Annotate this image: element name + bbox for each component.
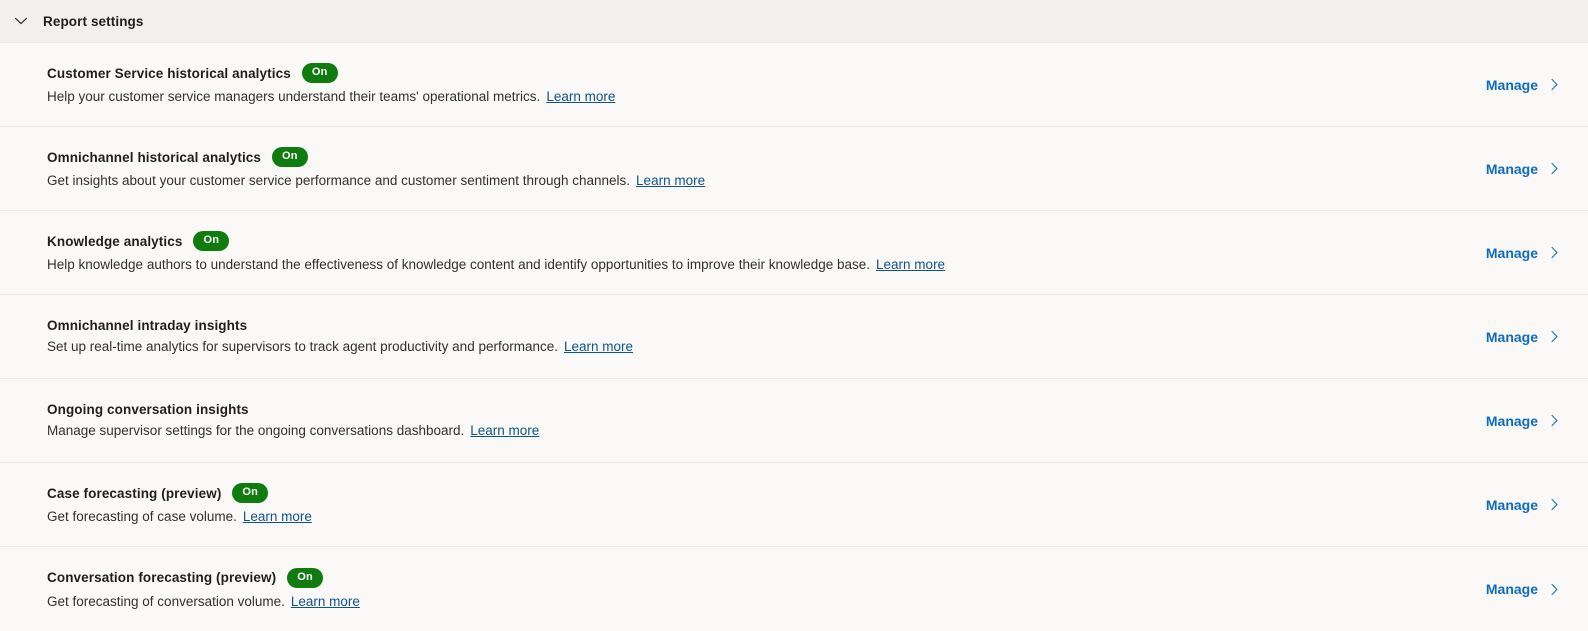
setting-description: Get forecasting of case volume. Learn mor… (47, 508, 312, 526)
setting-description: Help your customer service managers unde… (47, 88, 615, 106)
setting-row-6: Case forecasting (preview) On Get foreca… (0, 463, 1588, 547)
setting-description-text: Manage supervisor settings for the ongoi… (47, 422, 465, 438)
manage-label: Manage (1485, 581, 1538, 597)
status-badge: On (232, 483, 269, 503)
manage-button[interactable]: Manage (1486, 329, 1566, 345)
setting-row-2: Omnichannel historical analytics On Get … (0, 127, 1588, 211)
chevron-right-icon (1547, 245, 1562, 260)
manage-label: Manage (1485, 160, 1538, 177)
setting-description-text: Set up real-time analytics for superviso… (47, 338, 558, 354)
status-badge: On (287, 567, 323, 588)
setting-row-7: Conversation forecasting (preview) On Ge… (0, 547, 1588, 631)
learn-more-link[interactable]: Learn more (564, 339, 633, 354)
setting-row-text: Conversation forecasting (preview) On Ge… (47, 567, 360, 611)
manage-button[interactable]: Manage (1486, 497, 1566, 513)
setting-row-title-line: Case forecasting (preview) On (47, 483, 312, 503)
setting-title: Omnichannel intraday insights (47, 317, 248, 333)
manage-label: Manage (1485, 76, 1538, 93)
setting-row-title-line: Conversation forecasting (preview) On (47, 567, 360, 588)
setting-description-text: Get insights about your customer service… (47, 173, 631, 188)
setting-row-text: Customer Service historical analytics On… (47, 63, 615, 106)
learn-more-link[interactable]: Learn more (636, 173, 705, 188)
setting-description-text: Help knowledge authors to understand the… (47, 257, 871, 272)
chevron-down-icon[interactable] (8, 8, 34, 34)
setting-title: Knowledge analytics (47, 233, 183, 249)
manage-label: Manage (1485, 244, 1538, 261)
page-title: Report settings (43, 13, 144, 29)
manage-button[interactable]: Manage (1486, 161, 1566, 177)
setting-description-text: Get forecasting of conversation volume. (47, 593, 285, 609)
chevron-right-icon (1547, 329, 1562, 344)
report-settings-list: Customer Service historical analytics On… (0, 43, 1588, 631)
status-badge: On (193, 231, 230, 251)
setting-description: Manage supervisor settings for the ongoi… (47, 422, 539, 440)
setting-description: Get insights about your customer service… (47, 172, 705, 190)
setting-title: Customer Service historical analytics (47, 65, 291, 81)
chevron-right-icon (1547, 161, 1562, 176)
status-badge: On (272, 147, 308, 167)
chevron-right-icon (1547, 497, 1562, 512)
setting-description: Help knowledge authors to understand the… (47, 256, 945, 274)
manage-button[interactable]: Manage (1486, 413, 1566, 429)
setting-row-title-line: Knowledge analytics On (47, 231, 945, 251)
status-badge: On (301, 63, 338, 83)
setting-row-3: Knowledge analytics On Help knowledge au… (0, 211, 1588, 295)
learn-more-link[interactable]: Learn more (876, 257, 945, 272)
manage-button[interactable]: Manage (1486, 581, 1566, 597)
setting-row-5: Ongoing conversation insights Manage sup… (0, 379, 1588, 463)
setting-description-text: Help your customer service managers unde… (47, 89, 541, 104)
manage-button[interactable]: Manage (1486, 77, 1566, 93)
setting-row-text: Omnichannel intraday insights Set up rea… (47, 318, 633, 356)
setting-description-text: Get forecasting of case volume. (47, 509, 237, 524)
chevron-right-icon (1547, 582, 1562, 597)
setting-row-text: Case forecasting (preview) On Get foreca… (47, 483, 312, 526)
manage-label: Manage (1485, 496, 1538, 513)
learn-more-link[interactable]: Learn more (546, 89, 615, 104)
setting-title: Omnichannel historical analytics (47, 149, 262, 165)
report-settings-header[interactable]: Report settings (0, 0, 1588, 43)
setting-row-title-line: Customer Service historical analytics On (47, 63, 615, 83)
setting-title: Ongoing conversation insights (47, 401, 249, 417)
learn-more-link[interactable]: Learn more (243, 509, 312, 524)
learn-more-link[interactable]: Learn more (291, 594, 360, 609)
setting-description: Get forecasting of conversation volume. L… (47, 593, 360, 611)
setting-row-text: Knowledge analytics On Help knowledge au… (47, 231, 945, 274)
setting-title: Conversation forecasting (preview) (47, 570, 277, 585)
setting-row-title-line: Ongoing conversation insights (47, 402, 539, 417)
setting-description: Set up real-time analytics for superviso… (47, 338, 633, 356)
setting-row-text: Ongoing conversation insights Manage sup… (47, 402, 539, 440)
chevron-right-icon (1547, 77, 1562, 92)
setting-row-text: Omnichannel historical analytics On Get … (47, 147, 705, 190)
manage-button[interactable]: Manage (1486, 245, 1566, 261)
setting-row-title-line: Omnichannel historical analytics On (47, 147, 705, 167)
setting-row-4: Omnichannel intraday insights Set up rea… (0, 295, 1588, 379)
learn-more-link[interactable]: Learn more (470, 423, 539, 438)
setting-row-title-line: Omnichannel intraday insights (47, 318, 633, 333)
chevron-right-icon (1547, 413, 1562, 428)
setting-title: Case forecasting (preview) (47, 485, 222, 501)
manage-label: Manage (1485, 412, 1538, 429)
setting-row-1: Customer Service historical analytics On… (0, 43, 1588, 127)
manage-label: Manage (1485, 328, 1538, 345)
